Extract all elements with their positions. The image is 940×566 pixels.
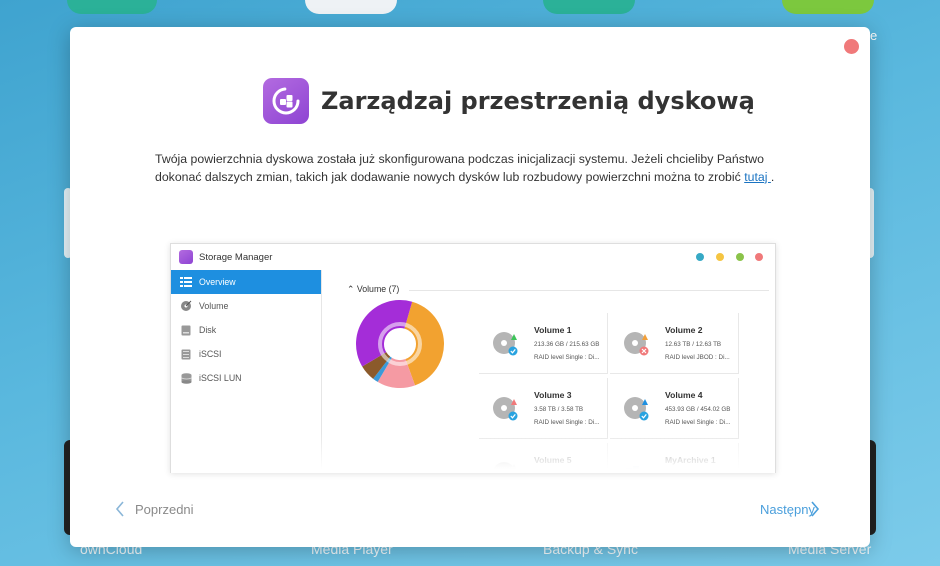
volume-disk-icon [623, 395, 651, 428]
next-button[interactable]: Następny [760, 501, 820, 517]
volume-name: Volume 3 [534, 390, 572, 400]
volume-raid: RAID level Single : Di... [665, 419, 731, 426]
storage-manager-icon [263, 78, 309, 124]
volume-card[interactable]: Volume 3 3.58 TB / 3.58 TB RAID level Sing… [479, 378, 608, 439]
next-label: Następny [760, 501, 815, 517]
storage-manager-small-icon [179, 250, 193, 264]
volume-raid: RAID level JBOD : Di... [665, 354, 730, 361]
iscsi-lun-icon [180, 372, 192, 384]
volume-size: 213.36 GB / 215.63 GB [534, 341, 600, 348]
preview-titlebar: Storage Manager [171, 244, 775, 270]
volume-card[interactable]: Volume 2 12.63 TB / 12.63 TB RAID level JB… [610, 313, 739, 374]
donut-inner-ring [378, 322, 422, 366]
volume-name: Volume 1 [534, 325, 572, 335]
dialog-description: Twója powierzchnia dyskowa została już s… [155, 151, 780, 186]
background-app-tile [305, 0, 397, 14]
volume-card[interactable]: Volume 1 213.36 GB / 215.63 GB RAID level … [479, 313, 608, 374]
window-dot-blue [696, 253, 704, 261]
volume-disk-icon [492, 330, 520, 363]
chevron-left-icon [115, 501, 124, 517]
close-button[interactable] [844, 39, 859, 54]
volume-size: 12.63 TB / 12.63 TB [665, 341, 722, 348]
nav-label: iSCSI [199, 349, 222, 359]
background-app-tile [67, 0, 157, 14]
nav-label: Overview [199, 277, 236, 287]
volume-usage-donut [356, 300, 444, 388]
dialog-title: Zarządzaj przestrzenią dyskową [321, 87, 755, 115]
nav-disk: Disk [171, 318, 321, 342]
previous-label: Poprzedni [135, 501, 194, 517]
description-text: Twója powierzchnia dyskowa została już s… [155, 152, 764, 184]
nav-label: iSCSI LUN [199, 373, 242, 383]
nav-label: Volume [199, 301, 229, 311]
here-link[interactable]: tutaj [744, 170, 771, 184]
window-dot-green [736, 253, 744, 261]
volume-card-body: Volume 2 12.63 TB / 12.63 TB RAID level JB… [610, 313, 738, 373]
volume-card-body: Volume 3 3.58 TB / 3.58 TB RAID level Sing… [479, 378, 607, 438]
volume-section-title: ⌃ Volume (7) [347, 284, 400, 294]
nav-iscsi-lun: iSCSI LUN [171, 366, 321, 390]
volume-raid: RAID level Single : Di... [534, 419, 600, 426]
volume-raid: RAID level Single : Di... [534, 354, 600, 361]
volume-card-body: Volume 1 213.36 GB / 215.63 GB RAID level … [479, 313, 607, 373]
volume-size: 453.93 GB / 454.02 GB [665, 406, 731, 413]
volume-icon [180, 300, 192, 311]
preview-title: Storage Manager [199, 251, 273, 263]
background-app-tile [543, 0, 635, 14]
nav-overview: Overview [171, 270, 321, 294]
volume-card-body: Volume 4 453.93 GB / 454.02 GB RAID level … [610, 378, 738, 438]
volume-disk-icon [492, 395, 520, 428]
volume-size: 3.58 TB / 3.58 TB [534, 406, 584, 413]
dialog-header: Zarządzaj przestrzenią dyskową [263, 78, 755, 124]
volume-count: Volume (7) [356, 284, 400, 294]
nav-label: Disk [199, 325, 217, 335]
onboarding-dialog: Zarządzaj przestrzenią dyskową Twója pow… [70, 27, 870, 547]
preview-fade [171, 433, 775, 473]
section-divider [409, 290, 769, 291]
volume-disk-icon [623, 330, 651, 363]
chevron-right-icon [811, 501, 819, 517]
disk-icon [180, 325, 192, 335]
background-edge-text: e [870, 28, 878, 43]
volume-name: Volume 4 [665, 390, 703, 400]
volume-card[interactable]: Volume 4 453.93 GB / 454.02 GB RAID level … [610, 378, 739, 439]
nav-iscsi: iSCSI [171, 342, 321, 366]
nav-volume: Volume [171, 294, 321, 318]
background-app-tile [782, 0, 874, 14]
window-dot-red [755, 253, 763, 261]
storage-manager-preview: Storage Manager Overview Volume Disk iSC… [170, 243, 776, 473]
volume-name: Volume 2 [665, 325, 703, 335]
overview-icon [180, 277, 192, 287]
previous-button[interactable]: Poprzedni [115, 501, 194, 517]
window-dot-yellow [716, 253, 724, 261]
iscsi-icon [180, 349, 192, 359]
description-period: . [770, 169, 775, 184]
